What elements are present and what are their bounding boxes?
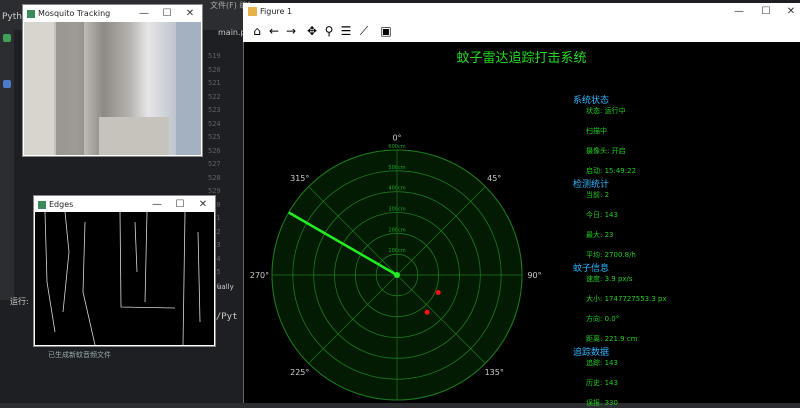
status-line: 启动: 15:49:22	[586, 167, 637, 175]
angle-label: 270°	[250, 271, 269, 280]
status-line: 摄像头: 开启	[586, 147, 626, 155]
angle-label: 90°	[527, 271, 541, 280]
status-section-header: 蚊子信息	[573, 264, 610, 274]
mosquito-target	[435, 290, 441, 296]
line-chart-icon[interactable]: ⟋	[356, 23, 372, 39]
maximize-button[interactable]: ☐	[156, 7, 178, 21]
line-number: 529	[208, 187, 221, 195]
status-line: 追踪: 143	[586, 359, 618, 367]
status-section-header: 检测统计	[573, 180, 610, 190]
angle-label: 315°	[290, 174, 309, 183]
save-icon[interactable]: ▣	[378, 23, 394, 39]
window-title: Edges	[49, 200, 74, 209]
figure-toolbar: ⌂ ← → ✥ ⚲ ☰ ⟋ ▣	[243, 21, 800, 42]
line-number: 521	[208, 79, 221, 87]
close-button[interactable]: ✕	[179, 7, 201, 21]
status-line: 速度: 3.9 px/s	[586, 275, 633, 283]
status-line: 大小: 1747727553.3 px	[586, 295, 667, 303]
opencv-window-icon	[27, 10, 35, 18]
python-logo-icon	[3, 34, 11, 42]
radar-center	[394, 272, 400, 278]
line-number: 520	[208, 65, 221, 74]
run-panel-label: 运行:	[10, 297, 29, 306]
angle-label: 225°	[290, 368, 309, 377]
status-line: 历史: 143	[586, 379, 618, 387]
arrow-right-icon[interactable]: →	[283, 23, 299, 39]
line-number: 523	[208, 106, 221, 114]
sliders-icon[interactable]: ☰	[338, 23, 354, 39]
line-number: 525	[208, 133, 221, 141]
move-icon[interactable]: ✥	[304, 23, 320, 39]
console-output-line: 已生成新蚊音频文件	[48, 351, 111, 359]
figure-title: Figure 1	[260, 7, 293, 16]
line-number: 526	[208, 146, 221, 155]
mosquito-target	[424, 309, 430, 315]
home-icon[interactable]: ⌂	[249, 23, 265, 39]
edges-image	[35, 211, 214, 346]
status-line: 当前: 2	[586, 191, 610, 199]
angle-label: 45°	[487, 174, 501, 183]
opencv-window-icon	[38, 201, 46, 209]
status-section-header: 系统状态	[573, 96, 610, 106]
project-tool-icon[interactable]	[3, 80, 11, 88]
status-line: 距离: 221.9 cm	[586, 335, 638, 343]
maximize-button[interactable]: ☐	[169, 198, 191, 212]
radar-plot: 100cm200cm300cm400cm500cm600cm0°45°90°13…	[250, 134, 542, 401]
line-number: 527	[208, 160, 221, 168]
status-line: 方向: 0.0°	[586, 315, 620, 323]
minimize-button[interactable]: —	[133, 7, 155, 21]
magnifier-icon[interactable]: ⚲	[321, 23, 337, 39]
status-line: 扫描中	[586, 127, 607, 135]
line-number: 522	[208, 92, 221, 101]
line-number: 524	[208, 119, 221, 128]
matplotlib-icon	[248, 7, 257, 16]
angle-label: 135°	[485, 368, 504, 377]
status-line: 平均: 2700.8/h	[586, 251, 636, 259]
window-titlebar[interactable]: Mosquito Tracking — ☐ ✕	[23, 5, 202, 23]
camera-feed	[24, 22, 201, 155]
range-label: 600cm	[388, 144, 405, 150]
ide-tooltip-text: ually	[217, 283, 234, 291]
minimize-button[interactable]: —	[728, 5, 750, 19]
line-number: 528	[208, 173, 221, 182]
status-line: 状态: 运行中	[586, 107, 626, 115]
minimize-button[interactable]: —	[146, 198, 168, 212]
editor-tab-main[interactable]: main.p	[218, 28, 246, 37]
figure-titlebar[interactable]: Figure 1 — ☐ ✕	[243, 3, 800, 21]
line-number: 519	[208, 52, 221, 60]
close-button[interactable]: ✕	[780, 5, 800, 19]
status-section-header: 追踪数据	[573, 348, 610, 358]
window-title: Mosquito Tracking	[38, 9, 111, 18]
status-line: 误报: 330	[586, 399, 618, 407]
angle-label: 0°	[392, 134, 401, 143]
status-line: 最大: 23	[586, 231, 614, 239]
maximize-button[interactable]: ☐	[755, 5, 777, 19]
close-button[interactable]: ✕	[192, 198, 214, 212]
status-line: 今日: 143	[586, 211, 618, 219]
arrow-left-icon[interactable]: ←	[266, 23, 282, 39]
